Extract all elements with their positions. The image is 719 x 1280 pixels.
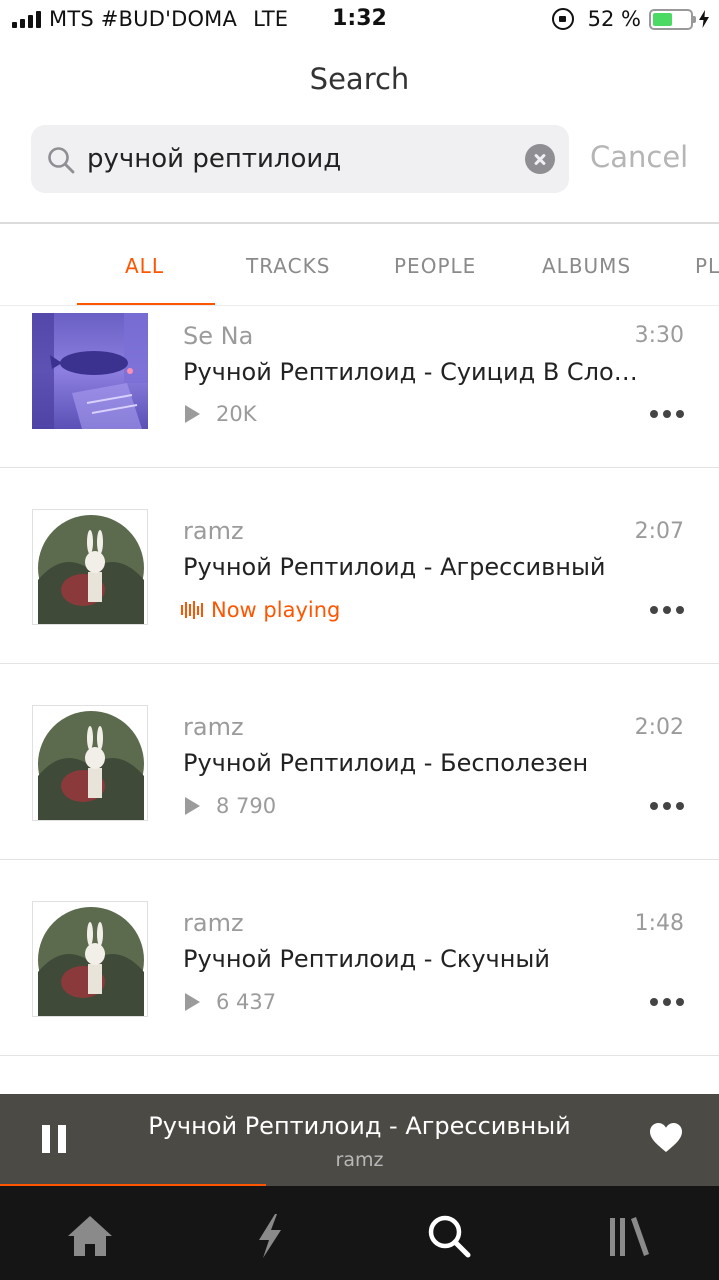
battery-percent: 52 % [587,7,641,31]
charging-bolt-icon [699,10,709,28]
track-artwork [32,901,148,1017]
tab-tracks[interactable]: TRACKS [246,254,330,278]
bunny-octopus-art [38,711,144,820]
play-count-icon [185,797,200,815]
track-row[interactable]: ramz 2:02 Ручной Рептилоид - Бесполезен … [0,664,719,860]
search-field[interactable]: ручной рептилоид [31,125,569,193]
track-artwork [32,313,148,429]
now-playing-label: Now playing [211,598,341,622]
more-options-icon[interactable] [650,606,684,614]
tabs-divider [0,305,719,306]
battery-icon [649,8,696,30]
search-results-list: Se Na 3:30 Ручной Рептилоид - Суицид В С… [0,307,719,1094]
track-artist[interactable]: ramz [183,517,244,545]
battery-fill [653,12,672,26]
play-count-icon [185,405,200,423]
track-artist[interactable]: ramz [183,909,244,937]
track-duration: 2:02 [634,715,684,740]
track-row[interactable]: ramz 2:07 Ручной Рептилоид - Агрессивный… [0,468,719,664]
library-icon[interactable] [604,1212,654,1260]
whale-night-art [32,313,148,429]
play-count-icon [185,993,200,1011]
cancel-button[interactable]: Cancel [590,140,688,174]
tab-albums[interactable]: ALBUMS [542,254,631,278]
track-artist[interactable]: ramz [183,713,244,741]
rotation-lock-icon [551,8,574,30]
more-options-icon[interactable] [650,802,684,810]
more-options-icon[interactable] [650,998,684,1006]
more-options-icon[interactable] [650,410,684,418]
search-input[interactable]: ручной рептилоид [87,125,507,193]
track-plays: 8 790 [183,794,276,818]
play-count: 6 437 [216,990,277,1014]
search-icon[interactable] [424,1212,474,1260]
track-title[interactable]: Ручной Рептилоид - Бесполезен [183,749,643,777]
track-duration: 3:30 [634,323,684,348]
tab-all[interactable]: ALL [125,254,164,278]
track-title[interactable]: Ручной Рептилоид - Суицид В Слоу… [183,358,643,386]
row-divider [0,1055,719,1056]
track-artwork [32,705,148,821]
track-title[interactable]: Ручной Рептилоид - Агрессивный [183,553,643,581]
track-plays: 20K [183,402,257,426]
track-row[interactable]: ramz 1:48 Ручной Рептилоид - Скучный 6 4… [0,860,719,1056]
stream-icon[interactable] [245,1212,295,1260]
now-playing-indicator: Now playing [181,598,340,622]
home-icon[interactable] [65,1212,115,1260]
track-artist[interactable]: Se Na [183,322,253,350]
tab-people[interactable]: PEOPLE [394,254,476,278]
bottom-nav [0,1186,719,1280]
equalizer-icon [181,601,203,619]
heart-icon[interactable] [649,1122,683,1154]
bunny-octopus-art [38,515,144,624]
bunny-octopus-art [38,907,144,1016]
status-bar: MTS #BUD'DOMA LTE 1:32 52 % [0,0,719,40]
page-title: Search [309,62,410,96]
track-duration: 2:07 [634,519,684,544]
play-count: 8 790 [216,794,277,818]
track-duration: 1:48 [634,911,684,936]
status-right: 52 % [551,7,709,31]
track-artwork [32,509,148,625]
play-count: 20K [216,402,257,426]
track-plays: 6 437 [183,990,276,1014]
clear-search-icon[interactable] [525,144,555,174]
filter-tabs: ALL TRACKS PEOPLE ALBUMS PL [0,224,719,308]
mini-player-artist[interactable]: ramz [0,1149,719,1171]
search-icon [48,147,75,174]
track-title[interactable]: Ручной Рептилоид - Скучный [183,945,643,973]
mini-player-title[interactable]: Ручной Рептилоид - Агрессивный [0,1112,719,1140]
tab-playlists[interactable]: PL [695,254,719,278]
mini-player[interactable]: Ручной Рептилоид - Агрессивный ramz [0,1094,719,1186]
track-row[interactable]: Se Na 3:30 Ручной Рептилоид - Суицид В С… [0,307,719,468]
